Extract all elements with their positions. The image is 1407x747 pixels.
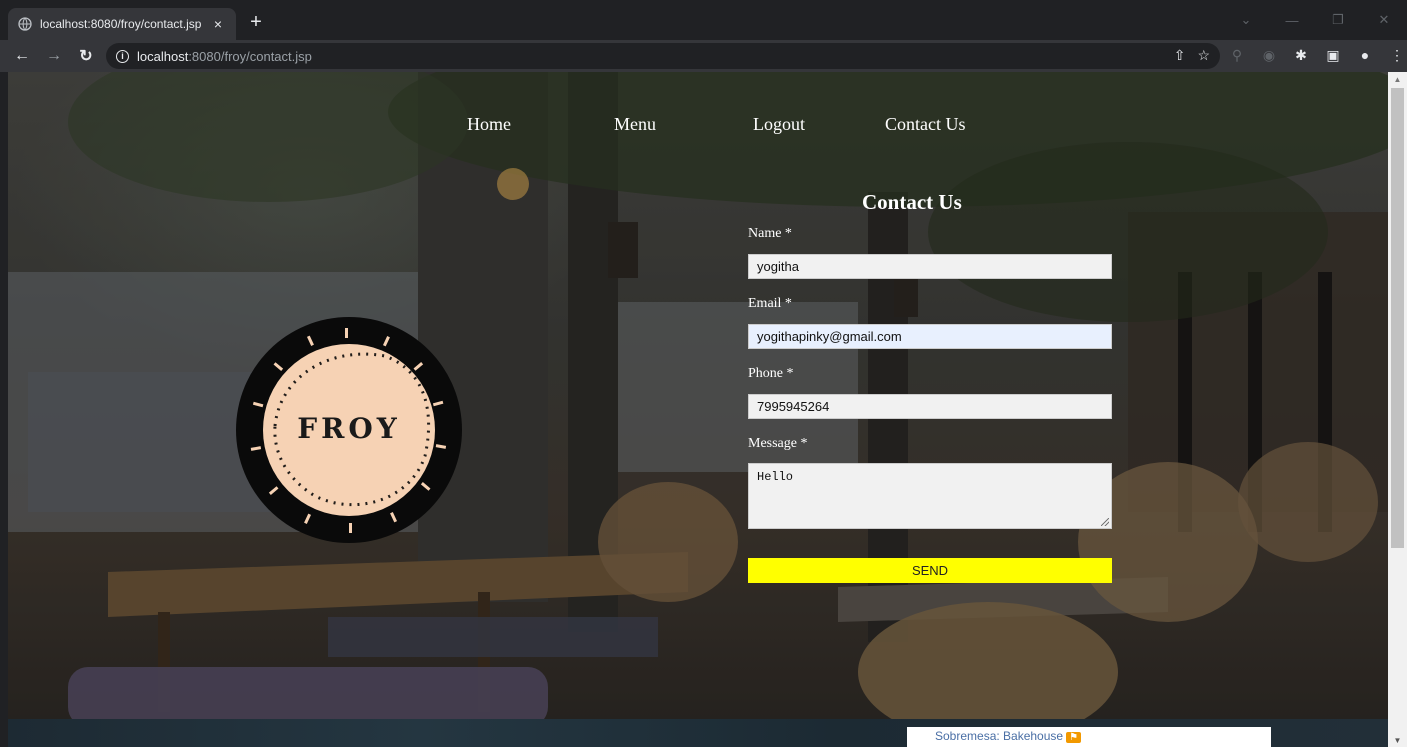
form-title: Contact Us: [862, 190, 962, 214]
page-footer: Sobremesa: Bakehouse ⚑: [8, 719, 1388, 747]
map-embed[interactable]: Sobremesa: Bakehouse ⚑: [907, 727, 1271, 747]
extension-eye-icon[interactable]: ◉: [1260, 46, 1278, 64]
url-host: localhost: [137, 48, 189, 64]
restore-icon[interactable]: ❐: [1315, 0, 1361, 40]
tab-search-icon[interactable]: ⌄: [1223, 0, 1269, 40]
message-textarea-value: Hello: [757, 470, 794, 484]
phone-input[interactable]: 7995945264: [748, 394, 1112, 419]
email-input[interactable]: yogithapinky@gmail.com: [748, 324, 1112, 349]
name-input-value: yogitha: [757, 259, 799, 274]
hero-background: Home Menu Logout Contact Us FROY Contact…: [8, 72, 1388, 719]
nav-contact-us[interactable]: Contact Us: [885, 114, 966, 135]
tab-title: localhost:8080/froy/contact.jsp: [40, 17, 202, 31]
browser-titlebar: localhost:8080/froy/contact.jsp × + ⌄ — …: [0, 0, 1407, 40]
minimize-icon[interactable]: —: [1269, 0, 1315, 40]
resize-handle-icon[interactable]: [1101, 518, 1109, 526]
map-place-name: Sobremesa: Bakehouse: [935, 729, 1064, 743]
menu-icon[interactable]: ⋮: [1388, 46, 1406, 64]
close-window-icon[interactable]: ✕: [1361, 0, 1407, 40]
email-label: Email *: [748, 296, 792, 311]
close-tab-icon[interactable]: ×: [210, 16, 226, 32]
scroll-down-icon[interactable]: ▼: [1388, 733, 1407, 747]
scrollbar-thumb[interactable]: [1391, 88, 1404, 548]
name-input[interactable]: yogitha: [748, 254, 1112, 279]
window-controls: ⌄ — ❐ ✕: [1223, 0, 1407, 40]
star-icon[interactable]: ☆: [1197, 47, 1210, 64]
phone-label: Phone *: [748, 366, 794, 381]
globe-icon: [18, 17, 32, 31]
froy-logo: FROY: [235, 316, 463, 544]
nav-menu[interactable]: Menu: [614, 114, 656, 135]
page-scrollbar[interactable]: ▲ ▼: [1388, 72, 1407, 747]
reload-icon[interactable]: ↻: [74, 44, 98, 68]
info-icon[interactable]: i: [116, 49, 129, 63]
nav-logout[interactable]: Logout: [753, 114, 805, 135]
send-button[interactable]: SEND: [748, 558, 1112, 583]
url-path: :8080/froy/contact.jsp: [188, 48, 312, 64]
main-nav: Home Menu Logout Contact Us: [8, 114, 1388, 138]
message-textarea[interactable]: Hello: [748, 463, 1112, 529]
browser-tab[interactable]: localhost:8080/froy/contact.jsp ×: [8, 8, 236, 40]
phone-input-value: 7995945264: [757, 399, 830, 414]
extensions-area: ⚲ ◉ ✱ ▣ ● ⋮: [1228, 46, 1406, 64]
share-icon[interactable]: ⇧: [1174, 47, 1186, 64]
browser-toolbar: ← → ↻ i localhost :8080/froy/contact.jsp…: [0, 40, 1407, 72]
page-viewport: Home Menu Logout Contact Us FROY Contact…: [8, 72, 1388, 747]
new-tab-button[interactable]: +: [244, 12, 268, 32]
address-bar[interactable]: i localhost :8080/froy/contact.jsp ⇧ ☆: [106, 43, 1220, 69]
message-label: Message *: [748, 436, 808, 451]
email-input-value: yogithapinky@gmail.com: [757, 329, 902, 344]
profile-icon[interactable]: ●: [1356, 46, 1374, 64]
extension-key-icon[interactable]: ⚲: [1228, 46, 1246, 64]
extensions-icon[interactable]: ✱: [1292, 46, 1310, 64]
nav-home[interactable]: Home: [467, 114, 511, 135]
name-label: Name *: [748, 226, 792, 241]
side-panel-icon[interactable]: ▣: [1324, 46, 1342, 64]
map-pin-icon: ⚑: [1066, 732, 1082, 743]
scroll-up-icon[interactable]: ▲: [1388, 72, 1407, 86]
hero-overlay: [8, 72, 1388, 719]
logo-text: FROY: [297, 412, 401, 445]
back-icon[interactable]: ←: [10, 44, 34, 68]
forward-icon[interactable]: →: [42, 44, 66, 68]
